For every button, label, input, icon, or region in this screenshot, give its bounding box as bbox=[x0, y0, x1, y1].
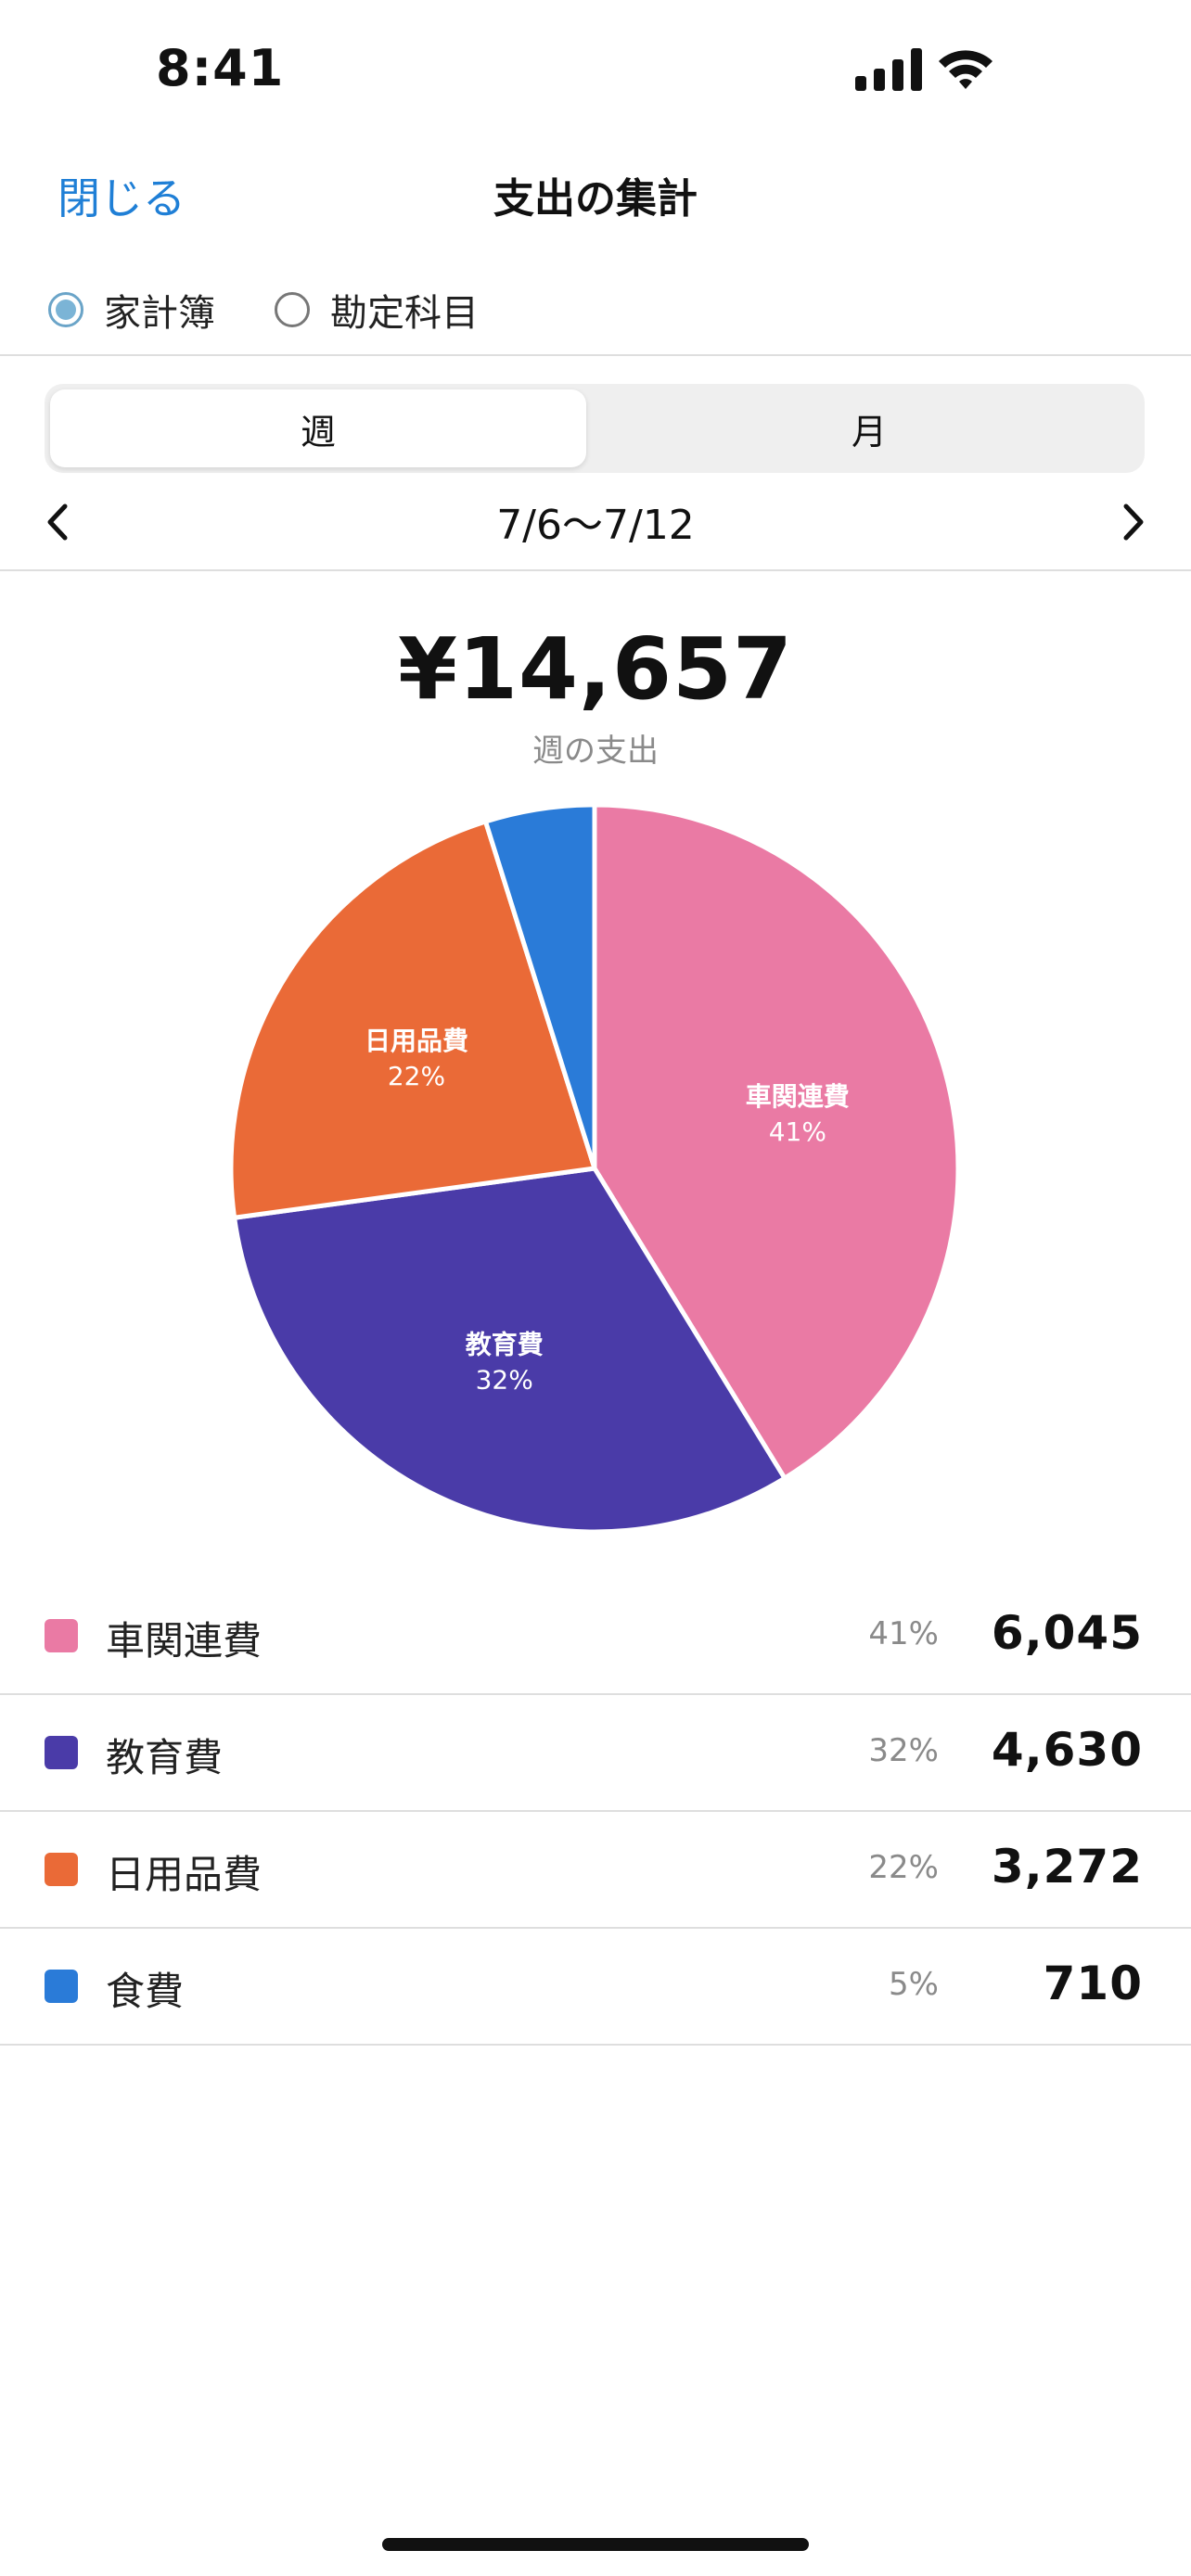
radio-household-ledger[interactable]: 家計簿 bbox=[48, 283, 215, 337]
divider bbox=[0, 569, 1191, 571]
category-name: 教育費 bbox=[106, 1735, 224, 1780]
radio-account-items[interactable]: 勘定科目 bbox=[275, 283, 479, 337]
pie-slice-label: 教育費 bbox=[466, 1329, 544, 1359]
list-item[interactable]: 車関連費 41% 6,045 bbox=[0, 1578, 1191, 1695]
category-breakdown-list: 車関連費 41% 6,045 教育費 32% 4,630 日用品費 22% 3,… bbox=[0, 1578, 1191, 2046]
category-percent: 5% bbox=[889, 1966, 939, 2003]
radio-unselected-icon bbox=[275, 292, 310, 327]
list-item[interactable]: 教育費 32% 4,630 bbox=[0, 1695, 1191, 1812]
category-amount: 4,630 bbox=[991, 1723, 1143, 1777]
category-percent: 32% bbox=[868, 1732, 939, 1769]
divider bbox=[0, 354, 1191, 356]
status-bar: 8:41 bbox=[0, 0, 1191, 139]
color-swatch bbox=[45, 1970, 78, 2003]
page-title: 支出の集計 bbox=[493, 175, 698, 223]
home-indicator bbox=[382, 2538, 809, 2551]
ledger-type-radio-group: 家計簿 勘定科目 bbox=[0, 274, 1191, 357]
category-amount: 3,272 bbox=[991, 1840, 1143, 1894]
pie-slice-label: 日用品費 bbox=[365, 1026, 468, 1056]
status-time: 8:41 bbox=[156, 39, 285, 97]
radio-label: 家計簿 bbox=[104, 292, 215, 335]
category-name: 車関連費 bbox=[106, 1618, 263, 1664]
category-amount: 710 bbox=[1043, 1957, 1143, 2010]
radio-selected-icon bbox=[48, 292, 83, 327]
wifi-icon bbox=[939, 50, 992, 89]
category-name: 日用品費 bbox=[106, 1852, 263, 1897]
period-segmented-control: 週 月 bbox=[45, 384, 1145, 473]
segment-month[interactable]: 月 bbox=[601, 389, 1137, 467]
pie-slice-percent: 32% bbox=[476, 1364, 533, 1395]
period-navigator: 7/6〜7/12 bbox=[0, 482, 1191, 566]
list-item[interactable]: 日用品費 22% 3,272 bbox=[0, 1812, 1191, 1929]
navigation-bar: 閉じる 支出の集計 bbox=[0, 148, 1191, 241]
cellular-signal-icon bbox=[855, 48, 922, 91]
category-amount: 6,045 bbox=[991, 1606, 1143, 1660]
category-percent: 41% bbox=[868, 1615, 939, 1652]
color-swatch bbox=[45, 1619, 78, 1652]
pie-slice-percent: 22% bbox=[388, 1061, 445, 1091]
category-name: 食費 bbox=[106, 1969, 185, 2014]
period-label: 7/6〜7/12 bbox=[496, 502, 695, 549]
color-swatch bbox=[45, 1853, 78, 1886]
segment-week[interactable]: 週 bbox=[50, 389, 586, 467]
expense-pie-chart: 車関連費 41% 教育費 32% 日用品費 22% bbox=[228, 802, 961, 1535]
chevron-right-icon[interactable] bbox=[1109, 499, 1156, 545]
pie-slice-label: 車関連費 bbox=[746, 1081, 850, 1112]
total-amount: ¥14,657 bbox=[397, 619, 794, 719]
radio-label: 勘定科目 bbox=[330, 292, 479, 335]
list-item[interactable]: 食費 5% 710 bbox=[0, 1929, 1191, 2046]
color-swatch bbox=[45, 1736, 78, 1769]
pie-slice-percent: 41% bbox=[769, 1116, 826, 1147]
category-percent: 22% bbox=[868, 1849, 939, 1886]
total-caption: 週の支出 bbox=[532, 733, 659, 770]
